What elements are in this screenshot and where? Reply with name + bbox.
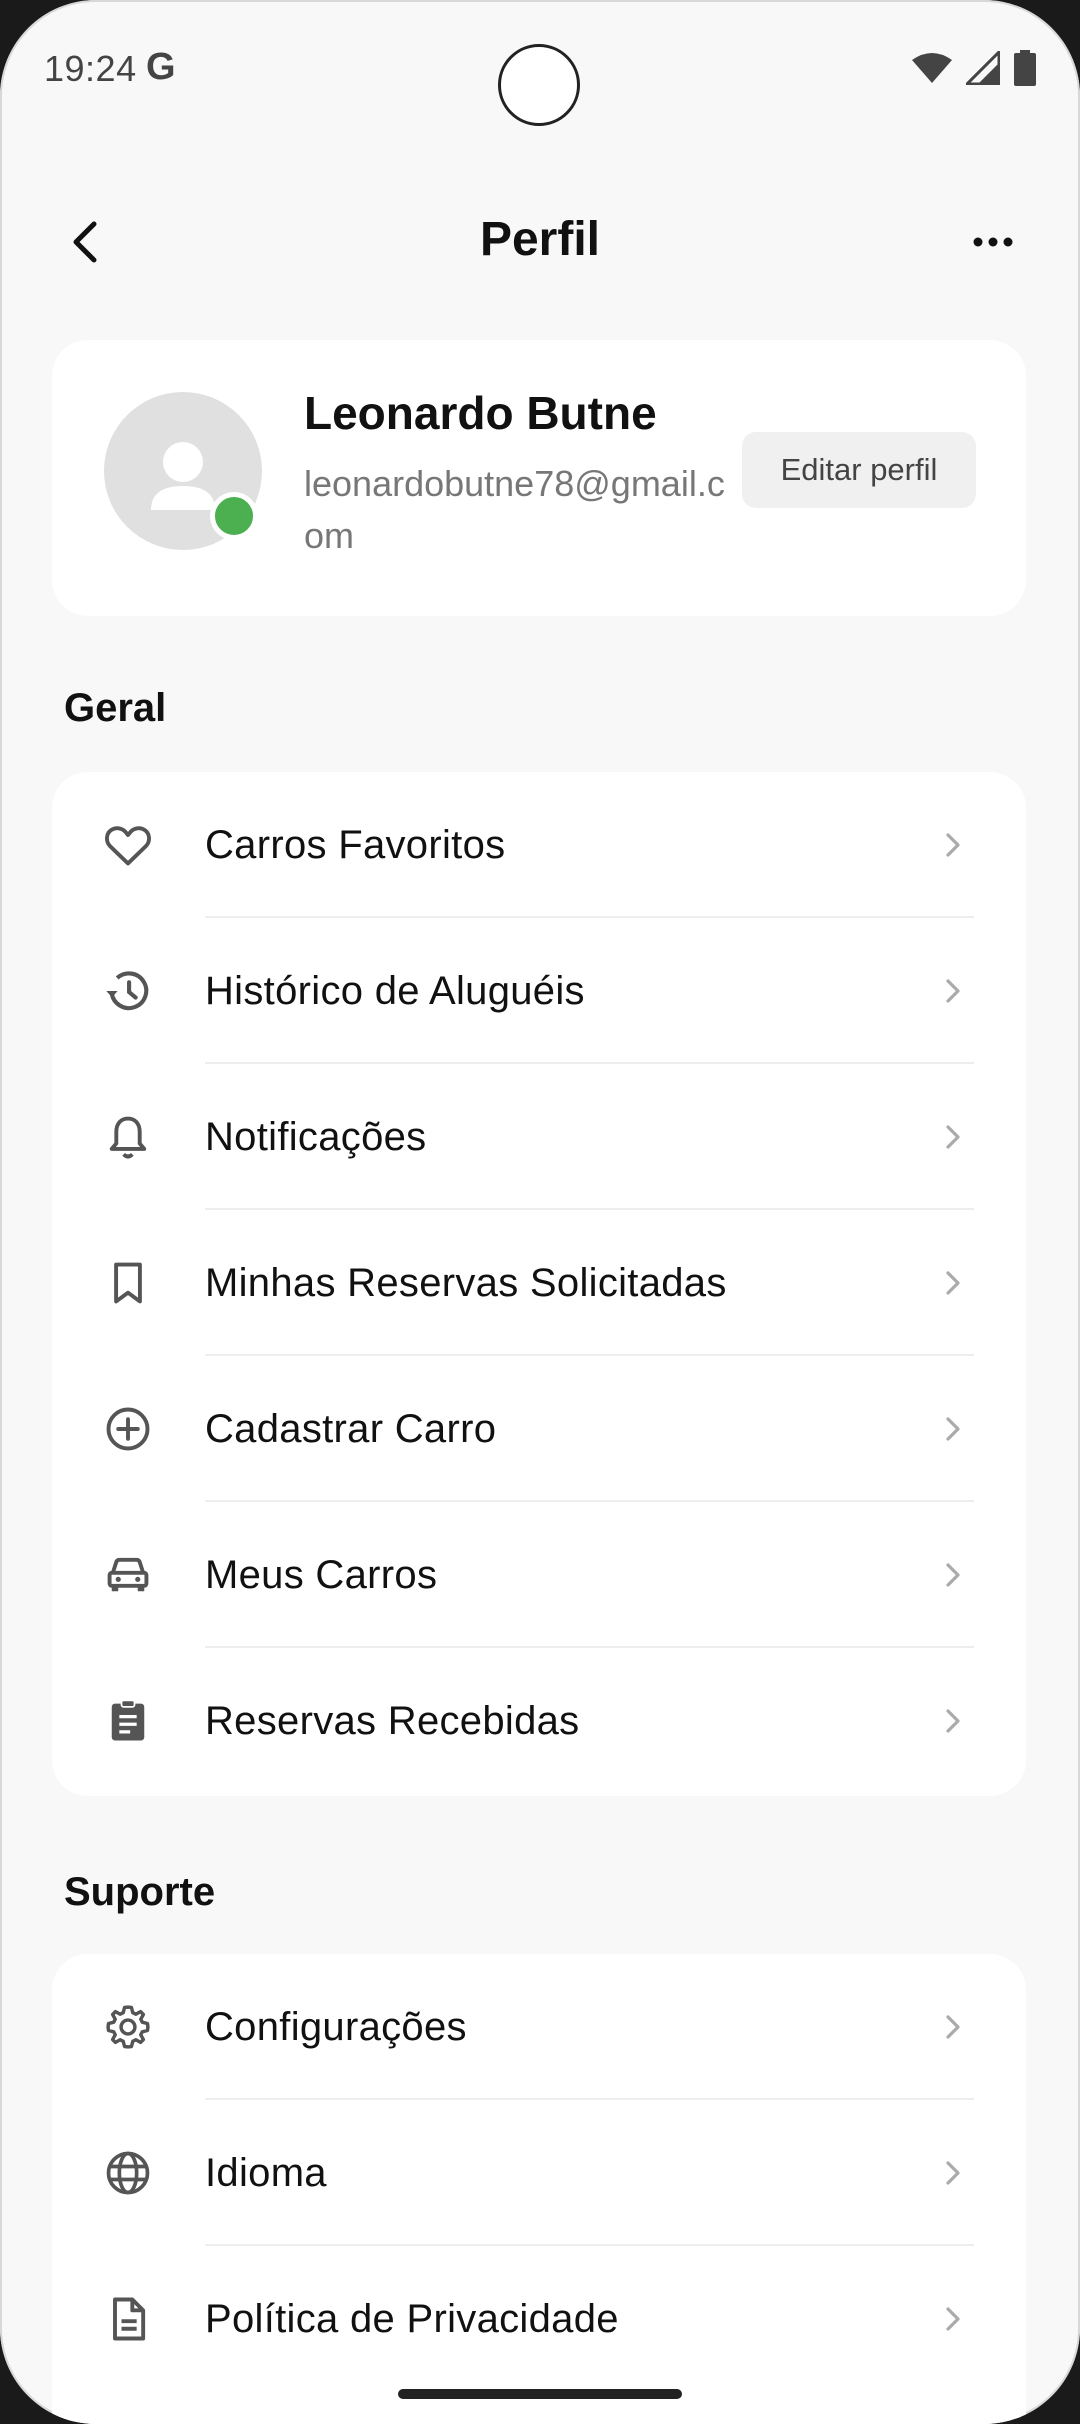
add-circle-icon xyxy=(102,1403,154,1455)
chevron-right-icon xyxy=(938,2157,970,2189)
status-bar: 19:24 G xyxy=(0,0,1080,140)
chevron-right-icon xyxy=(938,1705,970,1737)
general-menu-card: Carros Favoritos Histórico de Aluguéis N… xyxy=(52,772,1026,1796)
status-time: 19:24 xyxy=(44,48,137,89)
battery-icon xyxy=(1014,50,1036,86)
document-icon xyxy=(102,2293,154,2345)
chevron-right-icon xyxy=(938,1121,970,1153)
menu-item-label: Histórico de Aluguéis xyxy=(205,969,585,1013)
globe-icon xyxy=(102,2147,154,2199)
chevron-right-icon xyxy=(938,1267,970,1299)
profile-name: Leonardo Butne xyxy=(304,387,657,439)
menu-item-label: Notificações xyxy=(205,1115,427,1159)
support-menu-card: Configurações Idioma Política de Privaci… xyxy=(52,1954,1026,2424)
menu-item-label: Minhas Reservas Solicitadas xyxy=(205,1261,727,1305)
chevron-right-icon xyxy=(938,829,970,861)
profile-card: Leonardo Butne leonardobutne78@gmail.com… xyxy=(52,340,1026,616)
menu-item-language[interactable]: Idioma xyxy=(52,2100,1026,2246)
gear-icon xyxy=(102,2001,154,2053)
menu-item-my-requested-bookings[interactable]: Minhas Reservas Solicitadas xyxy=(52,1210,1026,1356)
car-icon xyxy=(102,1549,154,1601)
menu-item-my-cars[interactable]: Meus Carros xyxy=(52,1502,1026,1648)
section-title-support: Suporte xyxy=(64,1870,216,1914)
edit-profile-button[interactable]: Editar perfil xyxy=(742,432,976,508)
chevron-right-icon xyxy=(938,2011,970,2043)
menu-item-label: Meus Carros xyxy=(205,1553,438,1597)
clipboard-icon xyxy=(102,1695,154,1747)
menu-item-privacy-policy[interactable]: Política de Privacidade xyxy=(52,2246,1026,2392)
chevron-right-icon xyxy=(938,1413,970,1445)
menu-item-settings[interactable]: Configurações xyxy=(52,1954,1026,2100)
menu-item-rental-history[interactable]: Histórico de Aluguéis xyxy=(52,918,1026,1064)
chevron-right-icon xyxy=(938,1559,970,1591)
menu-item-favorite-cars[interactable]: Carros Favoritos xyxy=(52,772,1026,918)
signal-icon xyxy=(966,51,1000,85)
chevron-right-icon xyxy=(938,2303,970,2335)
phone-screen: 19:24 G Perfil Leonardo Butne leonardobu… xyxy=(0,0,1080,2424)
menu-item-label: Carros Favoritos xyxy=(205,823,506,867)
google-icon: G xyxy=(146,46,176,88)
status-icons xyxy=(912,50,1036,86)
bell-icon xyxy=(102,1111,154,1163)
menu-item-label: Reservas Recebidas xyxy=(205,1699,580,1743)
menu-item-register-car[interactable]: Cadastrar Carro xyxy=(52,1356,1026,1502)
menu-item-received-bookings[interactable]: Reservas Recebidas xyxy=(52,1648,1026,1794)
menu-item-notifications[interactable]: Notificações xyxy=(52,1064,1026,1210)
wifi-icon xyxy=(912,53,952,83)
home-indicator[interactable] xyxy=(398,2389,682,2399)
more-options-button[interactable] xyxy=(958,212,1028,272)
menu-item-label: Configurações xyxy=(205,2005,467,2049)
menu-item-label: Idioma xyxy=(205,2151,327,2195)
online-status-dot xyxy=(210,492,258,540)
profile-email: leonardobutne78@gmail.com xyxy=(304,463,725,556)
app-bar: Perfil xyxy=(0,190,1080,290)
more-horizontal-icon xyxy=(973,237,1013,247)
chevron-right-icon xyxy=(938,975,970,1007)
section-title-general: Geral xyxy=(64,686,167,730)
menu-item-label: Cadastrar Carro xyxy=(205,1407,497,1451)
menu-item-label: Política de Privacidade xyxy=(205,2297,619,2341)
heart-icon xyxy=(102,819,154,871)
history-icon xyxy=(102,965,154,1017)
bookmark-icon xyxy=(102,1257,154,1309)
page-title: Perfil xyxy=(479,213,601,266)
camera-cutout xyxy=(498,44,580,126)
